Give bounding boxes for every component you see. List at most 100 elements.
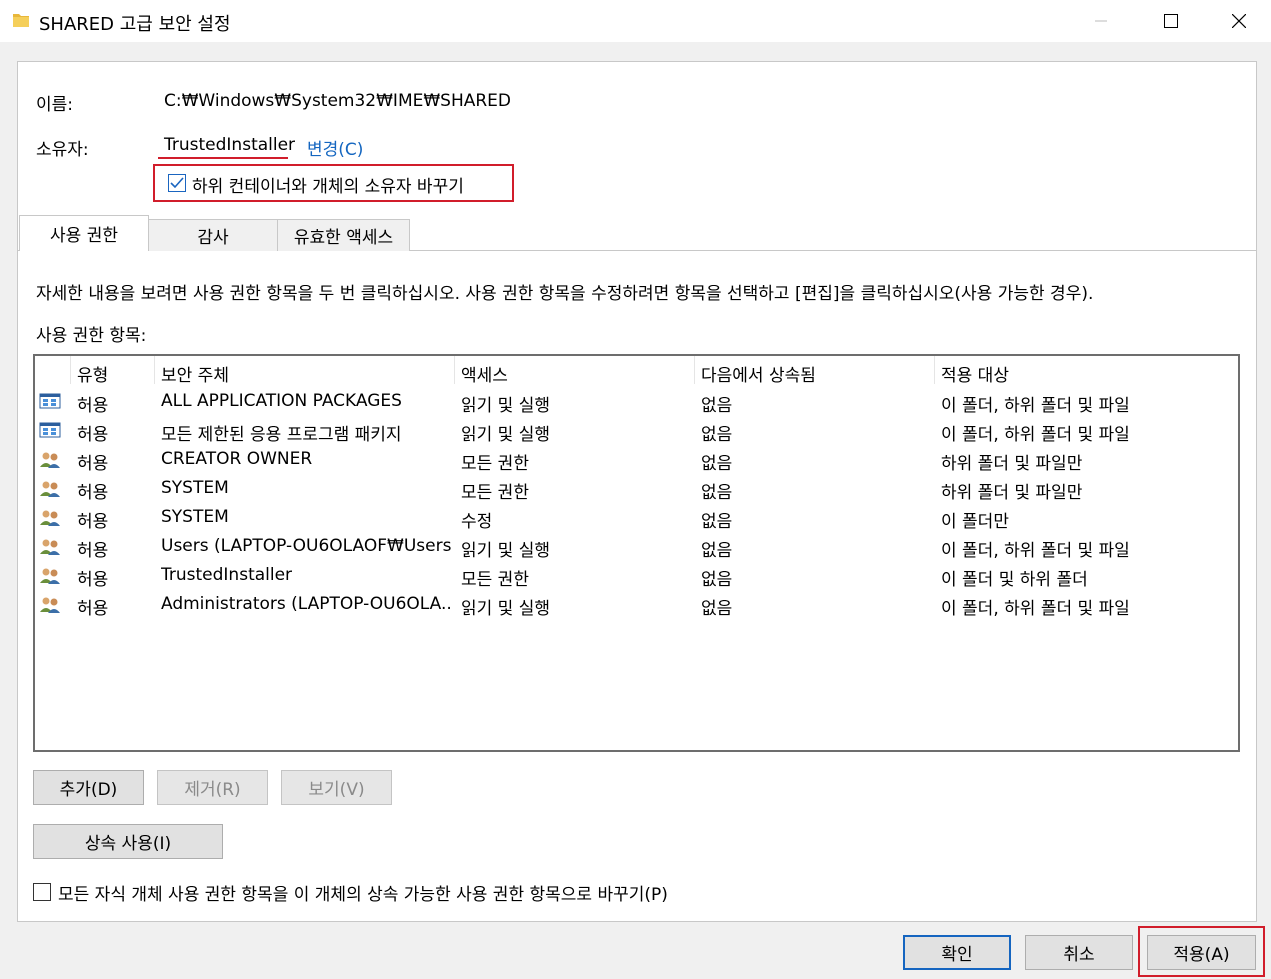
settings-panel: 이름: C:₩Windows₩System32₩IME₩SHARED 소유자: …: [17, 61, 1257, 922]
row-principal: 모든 제한된 응용 프로그램 패키지: [161, 425, 402, 445]
row-applies-to: 이 폴더, 하위 폴더 및 파일: [941, 396, 1130, 416]
view-button[interactable]: 보기(V): [281, 770, 392, 805]
owner-value: TrustedInstaller: [164, 135, 296, 155]
row-inherited-from: 없음: [701, 425, 733, 445]
minimize-icon: [1095, 20, 1107, 22]
row-principal: SYSTEM: [161, 478, 229, 498]
row-principal: SYSTEM: [161, 507, 229, 527]
row-applies-to: 이 폴더, 하위 폴더 및 파일: [941, 599, 1130, 619]
row-principal: ALL APPLICATION PACKAGES: [161, 391, 402, 411]
row-applies-to: 이 폴더, 하위 폴더 및 파일: [941, 425, 1130, 445]
instructions-text: 자세한 내용을 보려면 사용 권한 항목을 두 번 클릭하십시오. 사용 권한 …: [36, 284, 1094, 304]
users-icon: [40, 452, 60, 468]
apply-button[interactable]: 적용(A): [1147, 935, 1256, 970]
column-type[interactable]: 유형: [77, 361, 108, 386]
add-button[interactable]: 추가(D): [33, 770, 144, 805]
row-principal: CREATOR OWNER: [161, 449, 313, 469]
column-applies-to[interactable]: 적용 대상: [941, 361, 1009, 386]
row-inherited-from: 없음: [701, 541, 733, 561]
row-type: 허용: [77, 599, 109, 619]
tab-permissions[interactable]: 사용 권한: [19, 215, 149, 251]
row-access: 모든 권한: [461, 454, 529, 474]
replace-child-checkbox[interactable]: [33, 883, 51, 901]
row-type: 허용: [77, 425, 109, 445]
app-packages-icon: [39, 393, 61, 409]
list-item[interactable]: 허용 TrustedInstaller 모든 권한 없음 이 폴더 및 하위 폴더: [35, 562, 1238, 591]
row-type: 허용: [77, 396, 109, 416]
users-icon: [40, 568, 60, 584]
folder-icon: [13, 14, 29, 27]
close-icon: [1232, 14, 1246, 28]
replace-owner-checkbox[interactable]: [168, 174, 186, 192]
remove-button[interactable]: 제거(R): [157, 770, 268, 805]
row-applies-to: 하위 폴더 및 파일만: [941, 483, 1083, 503]
row-principal: Administrators (LAPTOP-OU6OLA...: [161, 594, 451, 614]
row-access: 읽기 및 실행: [461, 396, 551, 416]
list-item[interactable]: 허용 SYSTEM 수정 없음 이 폴더만: [35, 504, 1238, 533]
row-type: 허용: [77, 512, 109, 532]
row-type: 허용: [77, 541, 109, 561]
row-access: 수정: [461, 512, 493, 532]
tab-permissions-label: 사용 권한: [50, 226, 118, 246]
owner-label: 소유자:: [36, 140, 89, 160]
tab-auditing-label: 감사: [197, 228, 229, 248]
entries-label: 사용 권한 항목:: [36, 326, 147, 346]
inherit-button[interactable]: 상속 사용(I): [33, 824, 223, 859]
maximize-button[interactable]: [1136, 0, 1206, 42]
permission-entries-list[interactable]: 유형 보안 주체 액세스 다음에서 상속됨 적용 대상 허용 ALL APPLIC…: [33, 354, 1240, 752]
view-button-label: 보기(V): [308, 780, 365, 800]
row-principal: TrustedInstaller: [161, 565, 293, 585]
list-item[interactable]: 허용 Administrators (LAPTOP-OU6OLA... 읽기 및 실…: [35, 591, 1238, 620]
tab-effective-access-label: 유효한 액세스: [293, 228, 394, 248]
row-principal: Users (LAPTOP-OU6OLAOF₩Users): [161, 536, 451, 556]
window-title: SHARED 고급 보안 설정: [39, 14, 231, 35]
add-button-label: 추가(D): [59, 780, 118, 800]
cancel-button-label: 취소: [1063, 945, 1095, 965]
ok-button[interactable]: 확인: [903, 935, 1011, 970]
column-access[interactable]: 액세스: [461, 361, 508, 386]
change-owner-link[interactable]: 변경(C): [307, 135, 363, 160]
column-inherited-from[interactable]: 다음에서 상속됨: [701, 361, 816, 386]
owner-highlight: [158, 157, 288, 159]
row-inherited-from: 없음: [701, 512, 733, 532]
maximize-icon: [1164, 14, 1178, 28]
close-button[interactable]: [1204, 0, 1271, 42]
minimize-button[interactable]: [1066, 0, 1136, 42]
ok-button-label: 확인: [941, 945, 973, 965]
tab-effective-access[interactable]: 유효한 액세스: [277, 219, 410, 251]
inherit-button-label: 상속 사용(I): [84, 834, 172, 854]
row-access: 읽기 및 실행: [461, 599, 551, 619]
row-access: 읽기 및 실행: [461, 425, 551, 445]
row-access: 읽기 및 실행: [461, 541, 551, 561]
column-principal[interactable]: 보안 주체: [161, 361, 229, 386]
row-type: 허용: [77, 483, 109, 503]
row-inherited-from: 없음: [701, 599, 733, 619]
list-item[interactable]: 허용 ALL APPLICATION PACKAGES 읽기 및 실행 없음 이 폴더,…: [35, 388, 1238, 417]
apply-button-label: 적용(A): [1173, 945, 1230, 965]
row-type: 허용: [77, 454, 109, 474]
users-icon: [40, 481, 60, 497]
row-inherited-from: 없음: [701, 454, 733, 474]
users-icon: [40, 539, 60, 555]
list-item[interactable]: 허용 CREATOR OWNER 모든 권한 없음 하위 폴더 및 파일만: [35, 446, 1238, 475]
row-type: 허용: [77, 570, 109, 590]
row-inherited-from: 없음: [701, 396, 733, 416]
row-inherited-from: 없음: [701, 570, 733, 590]
name-value: C:₩Windows₩System32₩IME₩SHARED: [164, 91, 512, 111]
name-label: 이름:: [36, 95, 74, 115]
row-applies-to: 이 폴더, 하위 폴더 및 파일: [941, 541, 1130, 561]
row-applies-to: 하위 폴더 및 파일만: [941, 454, 1083, 474]
tab-auditing[interactable]: 감사: [148, 219, 278, 251]
list-item[interactable]: 허용 Users (LAPTOP-OU6OLAOF₩Users) 읽기 및 실행 없음…: [35, 533, 1238, 562]
list-header: 유형 보안 주체 액세스 다음에서 상속됨 적용 대상: [35, 356, 1238, 386]
checkmark-icon: [170, 177, 184, 189]
title-bar: SHARED 고급 보안 설정: [0, 0, 1271, 42]
list-item[interactable]: 허용 모든 제한된 응용 프로그램 패키지 읽기 및 실행 없음 이 폴더, 하위 폴더…: [35, 417, 1238, 446]
list-item[interactable]: 허용 SYSTEM 모든 권한 없음 하위 폴더 및 파일만: [35, 475, 1238, 504]
replace-child-label: 모든 자식 개체 사용 권한 항목을 이 개체의 상속 가능한 사용 권한 항목…: [58, 885, 668, 905]
replace-owner-label: 하위 컨테이너와 개체의 소유자 바꾸기: [192, 177, 464, 197]
cancel-button[interactable]: 취소: [1025, 935, 1133, 970]
users-icon: [40, 597, 60, 613]
row-access: 모든 권한: [461, 570, 529, 590]
remove-button-label: 제거(R): [184, 780, 241, 800]
